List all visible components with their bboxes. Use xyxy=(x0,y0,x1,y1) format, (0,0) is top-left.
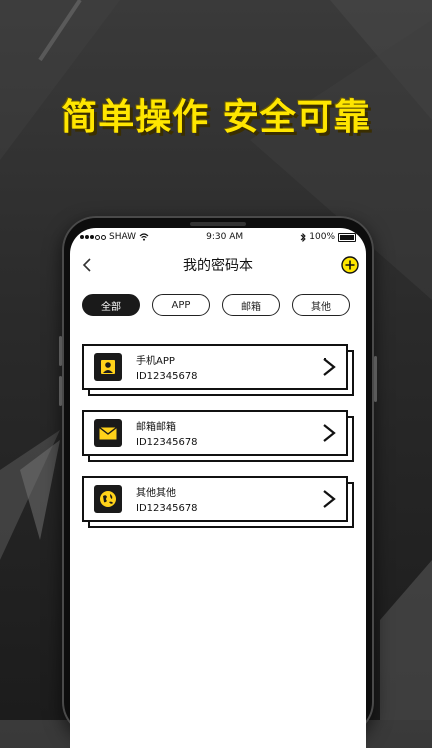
status-right: 100% xyxy=(300,232,356,242)
battery-icon xyxy=(338,232,356,242)
signal-icon xyxy=(80,234,106,240)
globe-icon xyxy=(94,485,122,513)
mail-icon xyxy=(94,419,122,447)
wifi-icon xyxy=(139,233,149,241)
bluetooth-icon xyxy=(300,232,306,242)
card-body[interactable]: 手机APP ID12345678 xyxy=(82,344,348,390)
page-title: 我的密码本 xyxy=(183,258,253,274)
status-bar: SHAW 9:30 AM 100% xyxy=(70,228,366,246)
nav-bar: 我的密码本 xyxy=(70,246,366,284)
entry-id: ID12345678 xyxy=(136,437,198,448)
entry-name: 邮箱邮箱 xyxy=(136,422,176,433)
entry-id: ID12345678 xyxy=(136,503,198,514)
add-button[interactable] xyxy=(340,255,360,275)
filter-tabs: 全部 APP 邮箱 其他 xyxy=(70,284,366,316)
clock-label: 9:30 AM xyxy=(206,232,244,242)
filter-email[interactable]: 邮箱 xyxy=(222,294,280,316)
carrier-label: SHAW xyxy=(109,232,137,242)
card-text: 其他其他 ID12345678 xyxy=(136,484,198,514)
battery-percent: 100% xyxy=(309,232,335,242)
status-left: SHAW xyxy=(80,232,149,242)
phone-speaker xyxy=(190,222,246,226)
app-screen: SHAW 9:30 AM 100% 我的密码本 全部 APP 邮箱 其他 手机A… xyxy=(70,228,366,748)
chevron-right-icon xyxy=(323,490,336,508)
phone-frame: SHAW 9:30 AM 100% 我的密码本 全部 APP 邮箱 其他 手机A… xyxy=(59,216,377,748)
card-text: 邮箱邮箱 ID12345678 xyxy=(136,418,198,448)
user-icon xyxy=(94,353,122,381)
list-item[interactable]: 手机APP ID12345678 xyxy=(82,344,354,396)
phone-power-button xyxy=(374,356,377,402)
entry-name: 手机APP xyxy=(136,356,175,367)
chevron-right-icon xyxy=(323,424,336,442)
filter-all[interactable]: 全部 xyxy=(82,294,140,316)
chevron-right-icon xyxy=(323,358,336,376)
password-list: 手机APP ID12345678 邮箱邮箱 ID12345678 其他其他 ID… xyxy=(70,316,366,528)
entry-name: 其他其他 xyxy=(136,488,176,499)
phone-side-button xyxy=(59,336,62,366)
back-button[interactable] xyxy=(76,254,98,276)
promo-headline: 简单操作 安全可靠 xyxy=(61,97,371,138)
filter-other[interactable]: 其他 xyxy=(292,294,350,316)
card-text: 手机APP ID12345678 xyxy=(136,352,198,382)
card-body[interactable]: 邮箱邮箱 ID12345678 xyxy=(82,410,348,456)
phone-side-button xyxy=(59,376,62,406)
card-body[interactable]: 其他其他 ID12345678 xyxy=(82,476,348,522)
list-item[interactable]: 邮箱邮箱 ID12345678 xyxy=(82,410,354,462)
entry-id: ID12345678 xyxy=(136,371,198,382)
filter-app[interactable]: APP xyxy=(152,294,210,316)
chevron-left-icon xyxy=(82,258,91,272)
list-item[interactable]: 其他其他 ID12345678 xyxy=(82,476,354,528)
